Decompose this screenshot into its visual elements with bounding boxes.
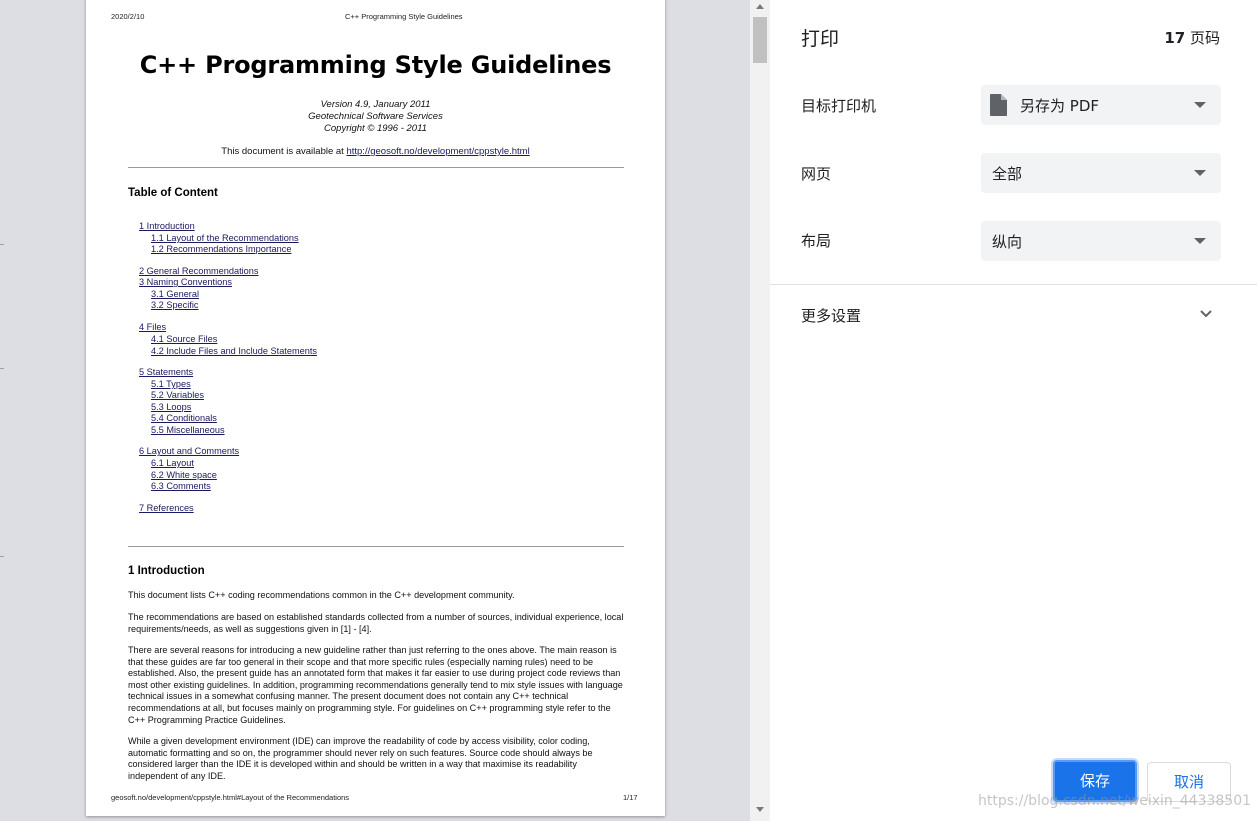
scroll-thumb[interactable] (753, 17, 767, 63)
page-header-title: C++ Programming Style Guidelines (345, 12, 463, 21)
layout-value: 纵向 (992, 233, 1023, 251)
pages-select[interactable]: 全部 (981, 153, 1221, 193)
edge-tick (0, 556, 4, 557)
document-version: Version 4.9, January 2011 (320, 99, 431, 110)
destination-value: 另存为 PDF (1020, 97, 1099, 115)
dropdown-arrow-icon (1194, 238, 1206, 244)
panel-title: 打印 (801, 28, 840, 50)
toc-link[interactable]: 4 Files (139, 322, 166, 332)
page-footer-url: geosoft.no/development/cppstyle.html#Lay… (111, 793, 350, 802)
toc-link[interactable]: 5.5 Miscellaneous (151, 425, 225, 435)
paragraph: There are several reasons for introducin… (128, 645, 623, 725)
edge-tick (0, 368, 4, 369)
dropdown-arrow-icon (1194, 102, 1206, 108)
page-footer-number: 1/17 (623, 793, 638, 802)
toc-link[interactable]: 1.1 Layout of the Recommendations (151, 233, 299, 243)
section-divider (770, 284, 1257, 285)
more-settings-toggle[interactable]: 更多设置 (801, 305, 861, 326)
toc-link[interactable]: 5.4 Conditionals (151, 413, 217, 423)
toc-link[interactable]: 1.2 Recommendations Importance (151, 244, 291, 254)
layout-label: 布局 (801, 232, 832, 250)
destination-label: 目标打印机 (801, 97, 877, 115)
print-preview-area: 2020/2/10 C++ Programming Style Guidelin… (0, 0, 750, 821)
document-copyright: Copyright © 1996 - 2011 (324, 123, 427, 134)
toc-link[interactable]: 3.1 General (151, 289, 199, 299)
toc-link[interactable]: 5.3 Loops (151, 402, 191, 412)
toc-link[interactable]: 1 Introduction (139, 221, 195, 231)
availability-text: This document is available at (221, 146, 347, 157)
chevron-down-icon[interactable] (1199, 309, 1213, 319)
scroll-up-arrow-icon[interactable] (756, 4, 764, 9)
page-count-number: 17 (1164, 29, 1186, 47)
horizontal-rule (128, 546, 624, 547)
toc-link[interactable]: 5 Statements (139, 367, 193, 377)
dropdown-arrow-icon (1194, 170, 1206, 176)
page-count: 17 页码 (1164, 27, 1220, 48)
paragraph: This document lists C++ coding recommend… (128, 590, 515, 600)
toc-link[interactable]: 4.2 Include Files and Include Statements (151, 346, 317, 356)
horizontal-rule (128, 167, 624, 168)
toc-link[interactable]: 4.1 Source Files (151, 334, 217, 344)
page-header-date: 2020/2/10 (111, 12, 145, 21)
toc-link[interactable]: 6.1 Layout (151, 458, 194, 468)
paragraph: While a given development environment (I… (128, 736, 593, 781)
toc-link[interactable]: 6.3 Comments (151, 481, 211, 491)
toc-link[interactable]: 6 Layout and Comments (139, 446, 239, 456)
toc-link[interactable]: 3 Naming Conventions (139, 277, 232, 287)
print-settings-panel: 打印 17 页码 目标打印机 另存为 PDF 网页 全部 布局 纵向 更多设置 … (770, 0, 1257, 821)
pages-label: 网页 (801, 165, 832, 183)
pages-value: 全部 (992, 165, 1023, 183)
file-icon (990, 94, 1007, 116)
availability-line: This document is available at http://geo… (86, 146, 665, 157)
preview-scrollbar[interactable] (750, 0, 770, 821)
availability-link[interactable]: http://geosoft.no/development/cppstyle.h… (346, 146, 529, 157)
toc-link[interactable]: 3.2 Specific (151, 300, 199, 310)
section-heading: 1 Introduction (128, 565, 205, 577)
document-title: C++ Programming Style Guidelines (139, 51, 612, 79)
toc-link[interactable]: 7 References (139, 503, 194, 513)
toc-heading: Table of Content (128, 187, 218, 199)
toc-link[interactable]: 5.2 Variables (151, 390, 204, 400)
document-org: Geotechnical Software Services (308, 111, 443, 122)
edge-tick (0, 244, 4, 245)
layout-select[interactable]: 纵向 (981, 221, 1221, 261)
toc-link[interactable]: 5.1 Types (151, 379, 191, 389)
toc-link[interactable]: 2 General Recommendations (139, 266, 259, 276)
page-count-unit: 页码 (1185, 29, 1220, 47)
paragraph: The recommendations are based on establi… (128, 612, 624, 634)
toc-link[interactable]: 6.2 White space (151, 470, 217, 480)
preview-page: 2020/2/10 C++ Programming Style Guidelin… (86, 0, 665, 816)
scroll-down-arrow-icon[interactable] (756, 807, 764, 812)
watermark: https://blog.csdn.net/weixin_44338501 (978, 793, 1252, 809)
destination-select[interactable]: 另存为 PDF (981, 85, 1221, 125)
